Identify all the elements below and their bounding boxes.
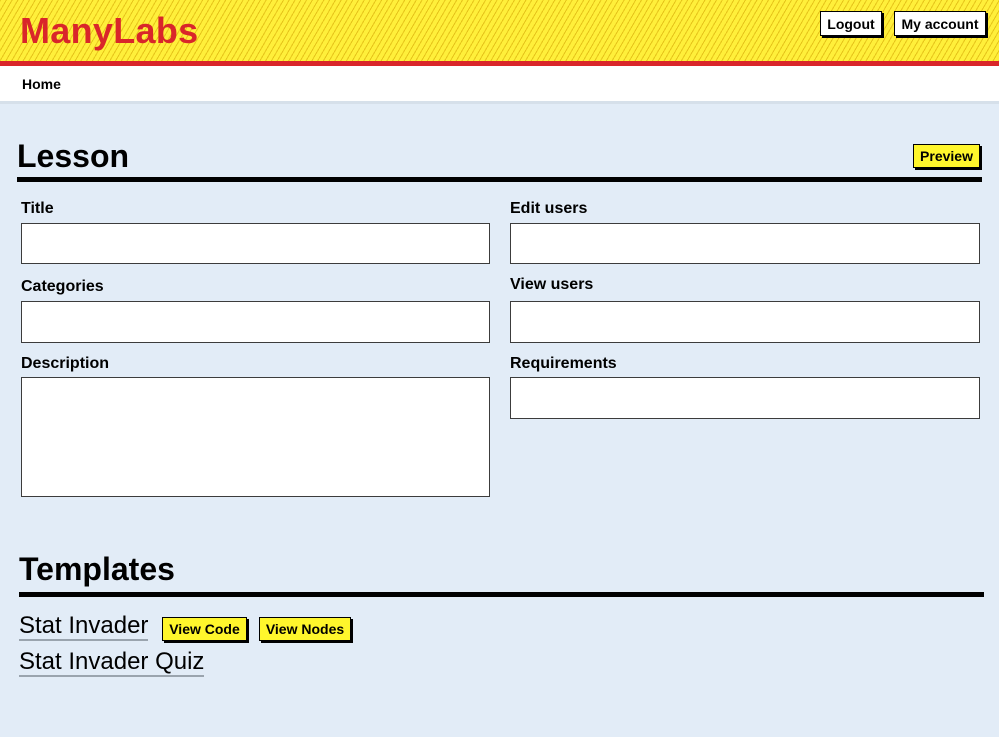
view-users-label: View users xyxy=(510,276,594,293)
view-users-input[interactable] xyxy=(510,301,980,343)
requirements-input[interactable] xyxy=(510,377,980,419)
lesson-heading: Lesson xyxy=(17,138,130,174)
my-account-button[interactable]: My account xyxy=(894,11,986,36)
view-nodes-button[interactable]: View Nodes xyxy=(259,617,351,641)
templates-divider xyxy=(19,592,984,597)
categories-input[interactable] xyxy=(21,301,490,343)
description-textarea[interactable] xyxy=(21,377,490,497)
lesson-divider xyxy=(17,177,982,182)
requirements-label: Requirements xyxy=(510,355,617,372)
view-code-button[interactable]: View Code xyxy=(162,617,247,641)
logo[interactable]: ManyLabs xyxy=(20,10,198,52)
templates-heading: Templates xyxy=(19,551,175,587)
description-label: Description xyxy=(21,355,110,372)
template-link-stat-invader-quiz[interactable]: Stat Invader Quiz xyxy=(19,649,205,677)
edit-users-label: Edit users xyxy=(510,200,588,217)
app-header: ManyLabs Logout My account xyxy=(0,0,999,66)
nav-home-link[interactable]: Home xyxy=(22,76,61,92)
title-input[interactable] xyxy=(21,223,490,264)
categories-label: Categories xyxy=(21,278,104,295)
logout-button[interactable]: Logout xyxy=(820,11,882,36)
title-label: Title xyxy=(21,200,54,217)
preview-button[interactable]: Preview xyxy=(913,144,980,168)
template-link-stat-invader[interactable]: Stat Invader xyxy=(19,613,149,641)
edit-users-input[interactable] xyxy=(510,223,980,264)
breadcrumb: Home xyxy=(0,66,999,104)
